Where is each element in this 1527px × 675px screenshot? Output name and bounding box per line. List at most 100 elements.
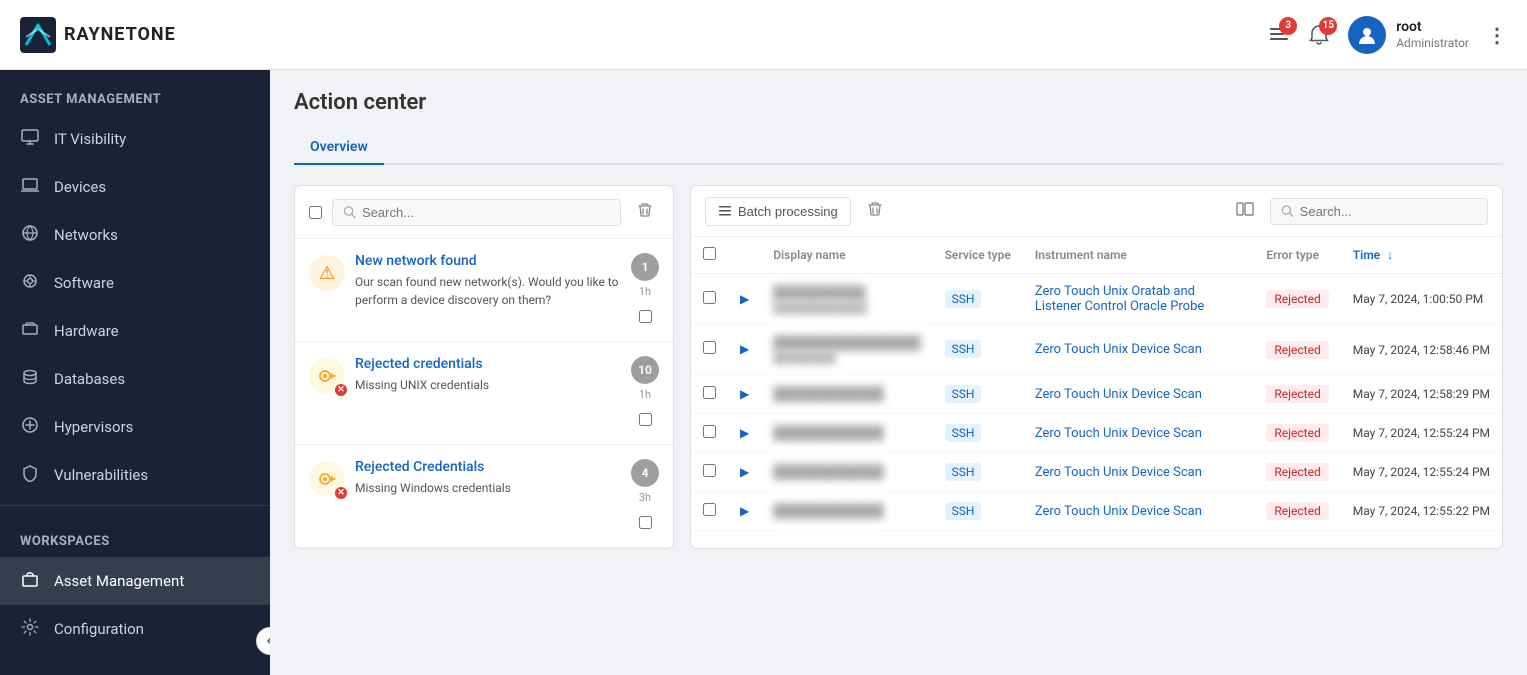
sidebar-item-vulnerabilities[interactable]: Vulnerabilities xyxy=(0,451,270,499)
hypervisor-icon xyxy=(20,416,40,438)
service-type-1: SSH xyxy=(945,340,982,358)
alert-meta-new-network: 1 1h xyxy=(631,253,659,327)
batch-processing-button[interactable]: Batch processing xyxy=(705,197,851,226)
sidebar-item-devices[interactable]: Devices xyxy=(0,163,270,211)
row-checkbox-0[interactable] xyxy=(703,291,716,304)
right-panel: Batch processing xyxy=(690,185,1503,549)
table-row: ▶ ████████████ SSH Zero Touch Unix Devic… xyxy=(691,492,1502,531)
alert-checkbox-rejected-creds[interactable] xyxy=(639,413,652,426)
expand-btn-2[interactable]: ▶ xyxy=(740,387,749,401)
row-checkbox-4[interactable] xyxy=(703,464,716,477)
alert-checkbox-rejected-creds2[interactable] xyxy=(639,516,652,529)
left-panel-toolbar xyxy=(295,186,673,239)
sidebar-item-asset-management[interactable]: Asset Management xyxy=(0,557,270,605)
th-error-type: Error type xyxy=(1254,237,1340,274)
alert-time-new-network: 1h xyxy=(639,285,651,298)
monitor-icon xyxy=(20,128,40,150)
alert-checkbox-new-network[interactable] xyxy=(639,310,652,323)
alert-rejected-credentials-2[interactable]: ✕ Rejected Credentials Missing Windows c… xyxy=(295,445,673,548)
notifications-button[interactable]: 15 xyxy=(1308,24,1330,46)
sidebar-item-it-visibility[interactable]: IT Visibility xyxy=(0,115,270,163)
right-search-box[interactable] xyxy=(1270,198,1488,225)
display-name-3: ████████████ xyxy=(773,425,920,441)
sidebar-label-hardware: Hardware xyxy=(54,322,119,340)
left-search-box[interactable] xyxy=(332,199,621,226)
alert-new-network[interactable]: ⚠ New network found Our scan found new n… xyxy=(295,239,673,342)
time-1: May 7, 2024, 12:58:46 PM xyxy=(1341,325,1502,375)
right-search-input[interactable] xyxy=(1300,204,1477,219)
row-checkbox-1[interactable] xyxy=(703,341,716,354)
alert-key2-icon-wrap: ✕ xyxy=(309,461,345,497)
more-options-button[interactable]: ⋮ xyxy=(1487,23,1507,47)
expand-btn-3[interactable]: ▶ xyxy=(740,426,749,440)
sidebar-section-workspaces: Workspaces xyxy=(0,512,270,557)
sidebar-item-hypervisors[interactable]: Hypervisors xyxy=(0,403,270,451)
sidebar-label-it-visibility: IT Visibility xyxy=(54,130,126,148)
select-all-checkbox-wrap[interactable] xyxy=(309,206,322,219)
alert-rejected-credentials[interactable]: ✕ Rejected credentials Missing UNIX cred… xyxy=(295,342,673,445)
expand-btn-0[interactable]: ▶ xyxy=(740,292,749,306)
error-type-1: Rejected xyxy=(1266,341,1328,359)
alert-desc-new-network: Our scan found new network(s). Would you… xyxy=(355,273,621,309)
sidebar-section-main: Asset Management xyxy=(0,70,270,115)
table-row: ▶ ████████████ SSH Zero Touch Unix Devic… xyxy=(691,453,1502,492)
columns-toggle-button[interactable] xyxy=(1230,196,1260,226)
user-name: root xyxy=(1396,18,1469,36)
main-content: Action center Overview xyxy=(270,70,1527,675)
row-checkbox-3[interactable] xyxy=(703,425,716,438)
sidebar-label-devices: Devices xyxy=(54,178,106,196)
briefcase-icon xyxy=(20,570,40,592)
columns-icon xyxy=(1236,200,1254,218)
tab-overview[interactable]: Overview xyxy=(294,131,384,165)
th-time[interactable]: Time ↓ xyxy=(1341,237,1502,274)
logo-icon xyxy=(20,17,56,53)
sidebar-item-databases[interactable]: Databases xyxy=(0,355,270,403)
row-checkbox-5[interactable] xyxy=(703,503,716,516)
alert-body-new-network: New network found Our scan found new net… xyxy=(355,253,621,309)
avatar xyxy=(1348,16,1386,54)
database-icon xyxy=(20,368,40,390)
chevron-left-icon xyxy=(264,635,270,647)
service-type-0: SSH xyxy=(945,290,982,308)
expand-btn-1[interactable]: ▶ xyxy=(740,342,749,356)
sidebar-item-configuration[interactable]: Configuration xyxy=(0,605,270,653)
display-name-2: ████████████ xyxy=(773,386,920,402)
sidebar: Asset Management IT Visibility Devices N… xyxy=(0,70,270,675)
user-menu[interactable]: root Administrator xyxy=(1348,16,1469,54)
alert-key-icon-wrap: ✕ xyxy=(309,358,345,394)
left-search-input[interactable] xyxy=(362,205,610,220)
delete-button-left[interactable] xyxy=(631,198,659,226)
table-select-all[interactable] xyxy=(703,247,716,260)
alert-warning-icon-wrap: ⚠ xyxy=(309,255,345,291)
table-row: ▶ ████████████ SSH Zero Touch Unix Devic… xyxy=(691,375,1502,414)
user-info: root Administrator xyxy=(1396,18,1469,52)
select-all-checkbox[interactable] xyxy=(309,206,322,219)
sidebar-label-hypervisors: Hypervisors xyxy=(54,418,133,436)
alert-title-new-network: New network found xyxy=(355,253,621,269)
instrument-name-5: Zero Touch Unix Device Scan xyxy=(1023,492,1255,531)
key-error-badge: ✕ xyxy=(335,384,347,396)
display-name-0: ██████████ xyxy=(773,285,920,301)
sidebar-label-asset-management: Asset Management xyxy=(54,572,184,590)
time-5: May 7, 2024, 12:55:22 PM xyxy=(1341,492,1502,531)
logo-text: RAYNETONE xyxy=(64,24,176,45)
service-type-3: SSH xyxy=(945,424,982,442)
sidebar-item-software[interactable]: Software xyxy=(0,259,270,307)
instrument-name-0: Zero Touch Unix Oratab and Listener Cont… xyxy=(1023,274,1255,325)
sidebar-item-networks[interactable]: Networks xyxy=(0,211,270,259)
menu-toggle-button[interactable]: 3 xyxy=(1268,24,1290,46)
sidebar-item-hardware[interactable]: Hardware xyxy=(0,307,270,355)
expand-btn-5[interactable]: ▶ xyxy=(740,504,749,518)
delete-button-right[interactable] xyxy=(861,197,889,225)
row-checkbox-2[interactable] xyxy=(703,386,716,399)
th-display-name: Display name xyxy=(761,237,932,274)
display-name-1: ████████████████ xyxy=(773,335,920,351)
alert-time-rejected-creds2: 3h xyxy=(639,491,651,504)
sidebar-label-software: Software xyxy=(54,274,114,292)
expand-btn-4[interactable]: ▶ xyxy=(740,465,749,479)
right-panel-table: Display name Service type Instrument nam… xyxy=(691,237,1502,531)
alert-count-new-network: 1 xyxy=(631,253,659,281)
alert-meta-rejected-creds2: 4 3h xyxy=(631,459,659,533)
instrument-name-2: Zero Touch Unix Device Scan xyxy=(1023,375,1255,414)
right-search-icon xyxy=(1281,204,1294,218)
